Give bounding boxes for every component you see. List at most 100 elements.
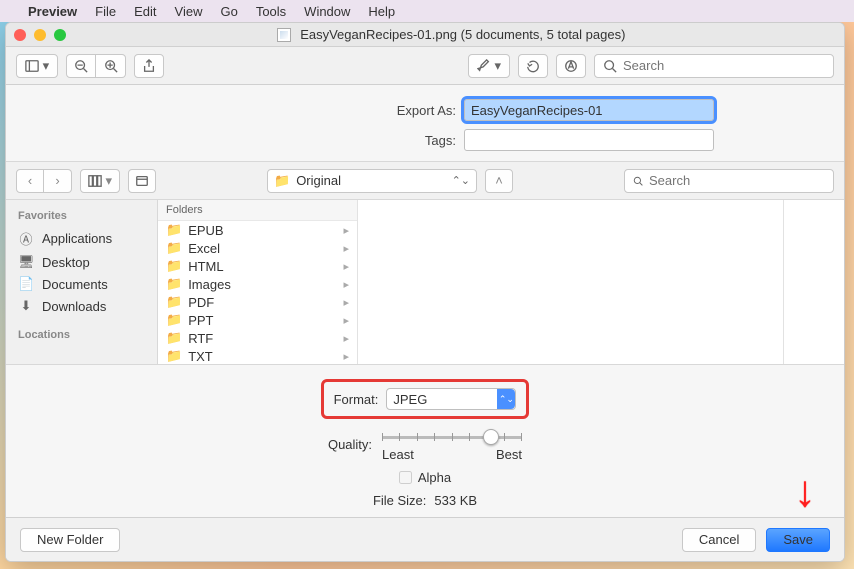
column-header-folders: Folders [158, 200, 357, 221]
toolbar-search-input[interactable] [623, 58, 825, 73]
document-proxy-icon[interactable] [277, 28, 291, 42]
folder-name: RTF [188, 331, 213, 346]
export-fields: Export As: Tags: [6, 85, 844, 162]
rotate-button[interactable] [518, 54, 548, 78]
annotation-arrow-icon: ↓ [794, 467, 816, 517]
slider-thumb[interactable] [483, 429, 499, 445]
highlight-button[interactable]: ▾ [468, 54, 510, 78]
current-folder-name: Original [296, 173, 341, 188]
preview-toolbar: ▾ ▾ [6, 47, 844, 85]
format-row-highlight: Format: JPEG ⌃⌄ [321, 379, 530, 419]
export-as-field[interactable] [464, 99, 714, 121]
file-browser-search-input[interactable] [649, 173, 825, 188]
share-button[interactable] [134, 54, 164, 78]
quality-row: Quality: Least Best [328, 427, 522, 462]
menu-go[interactable]: Go [220, 4, 237, 19]
folder-item[interactable]: 📁 Excel ▸ [158, 239, 357, 257]
group-button[interactable] [128, 169, 156, 193]
alpha-checkbox [399, 471, 412, 484]
menu-file[interactable]: File [95, 4, 116, 19]
folder-icon: 📁 [166, 294, 182, 310]
window-title-text: EasyVeganRecipes-01.png (5 documents, 5 … [300, 27, 625, 42]
menu-tools[interactable]: Tools [256, 4, 286, 19]
zoom-in-button[interactable] [96, 54, 126, 78]
menu-window[interactable]: Window [304, 4, 350, 19]
folder-icon: 📁 [166, 276, 182, 292]
app-menu[interactable]: Preview [28, 4, 77, 19]
folder-icon: 📁 [166, 330, 182, 346]
chevron-right-icon: ▸ [343, 296, 349, 309]
folder-item[interactable]: 📁 TXT ▸ [158, 347, 357, 364]
menu-view[interactable]: View [175, 4, 203, 19]
zoom-group [66, 54, 126, 78]
alpha-label: Alpha [418, 470, 451, 485]
window-minimize-button[interactable] [34, 29, 46, 41]
menu-help[interactable]: Help [368, 4, 395, 19]
search-icon [633, 174, 643, 188]
sidebar-item-applications[interactable]: ⒶApplications [6, 226, 157, 251]
file-browser-sidebar: Favorites ⒶApplications 🖥Desktop 📄Docume… [6, 200, 158, 364]
file-browser-column-1: Folders 📁EPUB▸📁Excel▸📁HTML▸📁Images▸📁PDF▸… [158, 200, 358, 364]
filesize-value: 533 KB [434, 493, 477, 508]
chevron-right-icon: ▸ [343, 332, 349, 345]
folder-item[interactable]: 📁Images▸ [158, 275, 357, 293]
chevron-right-icon: ▸ [343, 314, 349, 327]
sidebar-locations-header: Locations [6, 325, 157, 345]
file-browser-search[interactable] [624, 169, 834, 193]
filesize-label: File Size: [373, 493, 426, 508]
quality-slider[interactable] [382, 427, 522, 447]
nav-back-button[interactable]: ‹ [16, 169, 44, 193]
nav-forward-button[interactable]: › [44, 169, 72, 193]
export-options: Format: JPEG ⌃⌄ Quality: Least Best [6, 365, 844, 522]
folder-item[interactable]: 📁HTML▸ [158, 257, 357, 275]
cancel-button[interactable]: Cancel [682, 528, 756, 552]
folder-icon: 📁 [166, 348, 182, 364]
sidebar-item-desktop[interactable]: 🖥Desktop [6, 251, 157, 273]
search-icon [603, 59, 617, 73]
folder-name: EPUB [188, 223, 223, 238]
window-title: EasyVeganRecipes-01.png (5 documents, 5 … [66, 27, 836, 43]
sidebar-item-documents[interactable]: 📄Documents [6, 273, 157, 295]
path-up-button[interactable]: ˄ [485, 169, 513, 193]
folder-item[interactable]: 📁 RTF ▸ [158, 329, 357, 347]
window-zoom-button[interactable] [54, 29, 66, 41]
folder-icon: 📁 [166, 240, 182, 256]
tags-label: Tags: [136, 133, 456, 148]
system-menubar: Preview File Edit View Go Tools Window H… [0, 0, 854, 22]
tags-field[interactable] [464, 129, 714, 151]
folder-name: Images [188, 277, 231, 292]
export-sheet: Export As: Tags: ‹ › ▾ 📁 Original ⌃⌄ [6, 85, 844, 561]
file-browser-bar: ‹ › ▾ 📁 Original ⌃⌄ ˄ [6, 162, 844, 200]
format-select[interactable]: JPEG ⌃⌄ [386, 388, 516, 410]
folder-name: PDF [188, 295, 214, 310]
view-mode-button[interactable]: ▾ [80, 169, 120, 193]
folder-icon: 📁 [166, 222, 182, 238]
folder-name: TXT [188, 349, 213, 364]
save-button[interactable]: Save [766, 528, 830, 552]
sidebar-item-downloads[interactable]: ⬇Downloads [6, 295, 157, 317]
format-value: JPEG [393, 392, 427, 407]
file-browser-column-2 [358, 200, 784, 364]
folder-icon: 📁 [166, 312, 182, 328]
quality-label: Quality: [328, 437, 372, 452]
window-close-button[interactable] [14, 29, 26, 41]
chevron-right-icon: ▸ [343, 242, 349, 255]
filesize-row: File Size: 533 KB [373, 493, 477, 508]
menu-edit[interactable]: Edit [134, 4, 156, 19]
path-dropdown[interactable]: 📁 Original ⌃⌄ [267, 169, 477, 193]
new-folder-button[interactable]: New Folder [20, 528, 120, 552]
toolbar-search[interactable] [594, 54, 834, 78]
format-label: Format: [334, 392, 379, 407]
folder-item[interactable]: 📁EPUB▸ [158, 221, 357, 239]
chevron-right-icon: ▸ [343, 350, 349, 363]
preview-window: EasyVeganRecipes-01.png (5 documents, 5 … [5, 22, 845, 562]
sidebar-view-button[interactable]: ▾ [16, 54, 58, 78]
folder-item[interactable]: 📁 PDF ▸ [158, 293, 357, 311]
window-titlebar: EasyVeganRecipes-01.png (5 documents, 5 … [6, 23, 844, 47]
folder-icon: 📁 [166, 258, 182, 274]
zoom-out-button[interactable] [66, 54, 96, 78]
folder-item[interactable]: 📁PPT▸ [158, 311, 357, 329]
folder-name: Excel [188, 241, 220, 256]
markup-button[interactable] [556, 54, 586, 78]
applications-icon: Ⓐ [18, 229, 34, 248]
